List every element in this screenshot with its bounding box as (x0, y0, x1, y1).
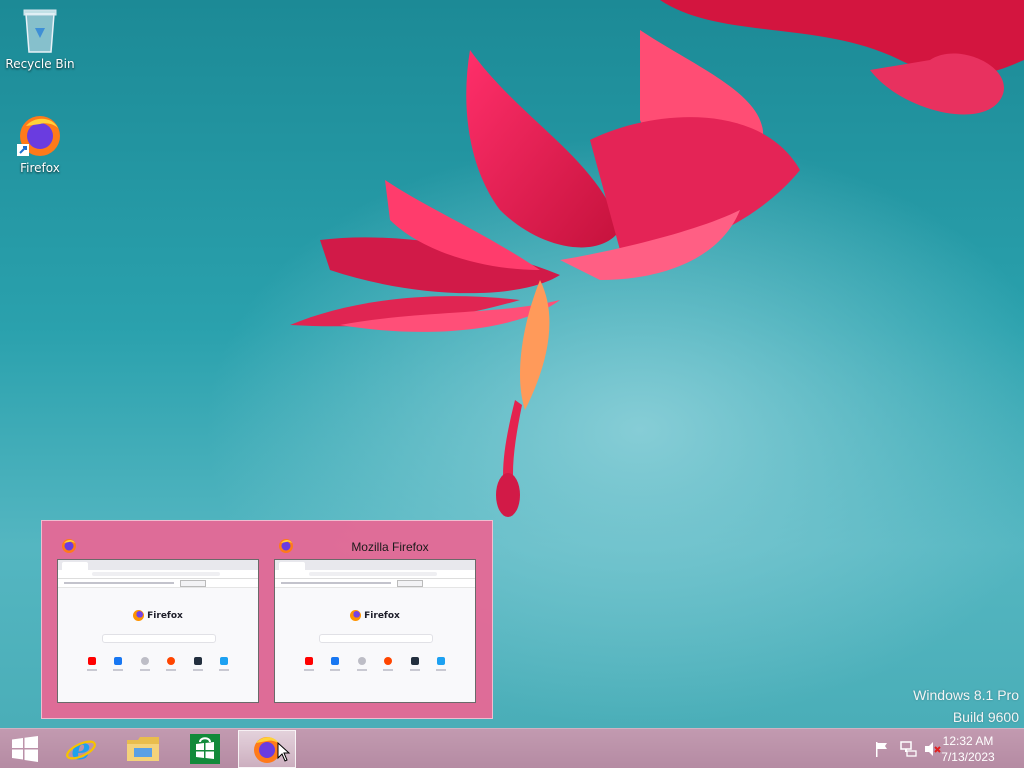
ie-icon: e (66, 733, 96, 765)
recycle-bin-icon (23, 9, 57, 53)
desktop-icon-firefox[interactable]: Firefox (2, 112, 78, 175)
folder-icon (127, 737, 159, 761)
desktop-icon-recycle-bin[interactable]: Recycle Bin (2, 6, 78, 71)
preview-firefox-logo: Firefox (58, 610, 258, 621)
clock-time: 12:32 AM (942, 734, 994, 748)
thumbnail-preview: Firefox (274, 559, 476, 703)
recycle-bin-label: Recycle Bin (5, 57, 75, 71)
network-icon[interactable] (900, 741, 918, 757)
store-icon (190, 734, 220, 764)
flag-icon[interactable] (874, 741, 890, 757)
svg-text:e: e (71, 733, 90, 765)
firefox-icon (279, 539, 293, 553)
taskbar-clock[interactable]: 12:32 AM 7/13/2023 (928, 733, 1008, 765)
taskbar-file-explorer[interactable] (114, 730, 172, 768)
preview-firefox-logo: Firefox (275, 610, 475, 621)
thumbnail-header (57, 533, 261, 557)
window-thumbnail[interactable]: Firefox (57, 533, 261, 703)
firefox-label: Firefox (20, 161, 60, 175)
window-thumbnail[interactable]: Mozilla Firefox Firefox (274, 533, 478, 703)
start-button[interactable] (0, 730, 50, 768)
thumbnail-preview: Firefox (57, 559, 259, 703)
firefox-icon (62, 539, 76, 553)
firefox-icon (17, 116, 60, 156)
watermark-build: Build 9600 (952, 709, 1019, 725)
thumbnail-title: Mozilla Firefox (351, 540, 429, 554)
desktop: Recycle Bin Firefox Windows 8.1 Pro Buil… (0, 0, 1024, 728)
taskbar-thumbnail-flyout: Firefox Mozilla Firefox Firefox (41, 520, 493, 719)
taskbar-internet-explorer[interactable]: e (52, 730, 110, 768)
taskbar: e 12:32 AM 7/13/2023 (0, 728, 1024, 768)
windows-logo-icon (12, 736, 38, 762)
build-watermark: Windows 8.1 Pro Build 9600 (913, 684, 1019, 728)
thumbnail-header: Mozilla Firefox (274, 533, 478, 557)
mouse-cursor-icon (277, 742, 291, 762)
clock-date: 7/13/2023 (941, 750, 995, 764)
watermark-edition: Windows 8.1 Pro (913, 687, 1019, 703)
taskbar-store[interactable] (176, 730, 234, 768)
